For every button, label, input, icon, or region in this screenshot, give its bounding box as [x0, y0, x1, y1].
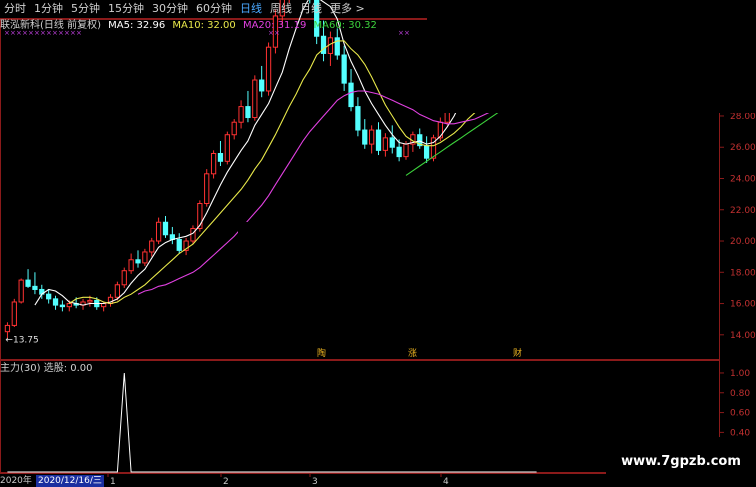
stock-title: 联泓新科(日线 前复权) [0, 20, 101, 31]
redaction-block [427, 0, 756, 113]
tab-7[interactable]: 周线 [266, 0, 296, 18]
cursor-date-badge: 2020/12/16/三 [36, 475, 104, 487]
price-tick-label: 20.00 [730, 237, 756, 247]
candle-body [121, 270, 127, 286]
indicator-tick-label: 1.00 [730, 369, 750, 379]
candle-body [362, 129, 368, 145]
price-tick-label: 18.00 [730, 268, 756, 278]
month-label: 3 [312, 477, 318, 487]
indicator-line [7, 372, 537, 473]
candle-body [190, 228, 196, 242]
tab-5[interactable]: 60分钟 [192, 0, 236, 18]
event-marker: 陶 [317, 347, 326, 359]
candle-body [396, 146, 402, 158]
candle-body [355, 106, 361, 131]
candle-body [403, 143, 409, 158]
candle-body [162, 221, 169, 236]
redaction-block [238, 222, 518, 264]
ma5-label: MA5: 32.96 [108, 20, 166, 31]
candle-body [259, 79, 265, 92]
indicator-tick-label: 0.80 [730, 389, 750, 399]
indicator-label: 主力(30) 选股: 0.00 [0, 363, 93, 374]
candle-body [210, 152, 217, 175]
month-label: 1 [110, 477, 116, 487]
candle-body [66, 303, 72, 308]
price-tick-label: 24.00 [730, 174, 756, 184]
candle-body [46, 293, 52, 300]
candle-body [128, 259, 134, 272]
candle-body [238, 106, 244, 123]
price-tick-label: 14.00 [730, 331, 756, 341]
tab-1[interactable]: 1分钟 [30, 0, 67, 18]
signal-marker: × [398, 29, 404, 37]
candle-body [135, 259, 141, 264]
tab-4[interactable]: 30分钟 [148, 0, 192, 18]
indicator-legend: 主力(30) 选股: 0.00 [0, 362, 93, 375]
price-tick-label: 16.00 [730, 300, 756, 310]
candle-body [341, 54, 347, 84]
candle-body [142, 251, 148, 264]
candle-body [389, 137, 395, 148]
candle-body [217, 152, 224, 162]
ma-legend: 联泓新科(日线 前复权) MA5: 32.96 MA10: 32.00 MA20… [0, 19, 377, 32]
tab-3[interactable]: 15分钟 [104, 0, 148, 18]
candle-body [348, 82, 354, 108]
candle-body [4, 324, 11, 333]
low-price-label: ←13.75 [5, 336, 38, 346]
event-marker: 财 [513, 347, 522, 359]
candle-body [59, 304, 66, 308]
candle-body [382, 137, 389, 151]
candle-body [265, 46, 272, 92]
signal-marker: × [404, 29, 410, 37]
candle-body [11, 301, 17, 326]
tab-9[interactable]: 更多 > [326, 0, 369, 18]
candle-body [155, 221, 162, 242]
month-axis: 1 2 3 4 [107, 473, 449, 487]
ma60-label: MA60: 30.32 [313, 20, 377, 31]
tab-2[interactable]: 5分钟 [67, 0, 104, 18]
tab-0[interactable]: 分时 [0, 0, 30, 18]
ma20-label: MA20: 31.19 [242, 20, 307, 31]
tab-8[interactable]: 月线 [296, 0, 326, 18]
candle-body [224, 134, 230, 162]
candle-body [375, 129, 382, 151]
event-marker: 涨 [408, 348, 417, 359]
candle-body [245, 106, 251, 119]
candle-body [114, 284, 121, 298]
candle-body [252, 79, 258, 119]
candle-body [176, 238, 182, 251]
period-tabs: 分时 1分钟 5分钟 15分钟 30分钟 60分钟 日线 周线 月线 更多 > [0, 0, 369, 18]
month-label: 4 [443, 477, 449, 487]
candle-body [18, 279, 24, 303]
year-label: 2020年 [0, 476, 32, 486]
candle-body [25, 279, 31, 287]
month-label: 2 [223, 477, 229, 487]
candle-body [423, 145, 430, 159]
price-tick-label: 26.00 [730, 143, 756, 153]
candle-body [231, 121, 237, 136]
candle-body [32, 285, 38, 290]
indicator-tick-label: 0.60 [730, 409, 750, 419]
candle-body [149, 240, 155, 253]
price-tick-label: 22.00 [730, 206, 756, 216]
candle-body [87, 299, 93, 303]
candle-body [52, 298, 59, 306]
price-tick-label: 28.00 [730, 112, 756, 122]
indicator-lines [7, 372, 537, 473]
ma10-label: MA10: 32.00 [172, 20, 236, 31]
watermark-text: www.7gpzb.com [606, 437, 756, 487]
tab-6[interactable]: 日线 [236, 0, 266, 18]
candle-body [204, 173, 210, 205]
candle-body [369, 129, 375, 145]
